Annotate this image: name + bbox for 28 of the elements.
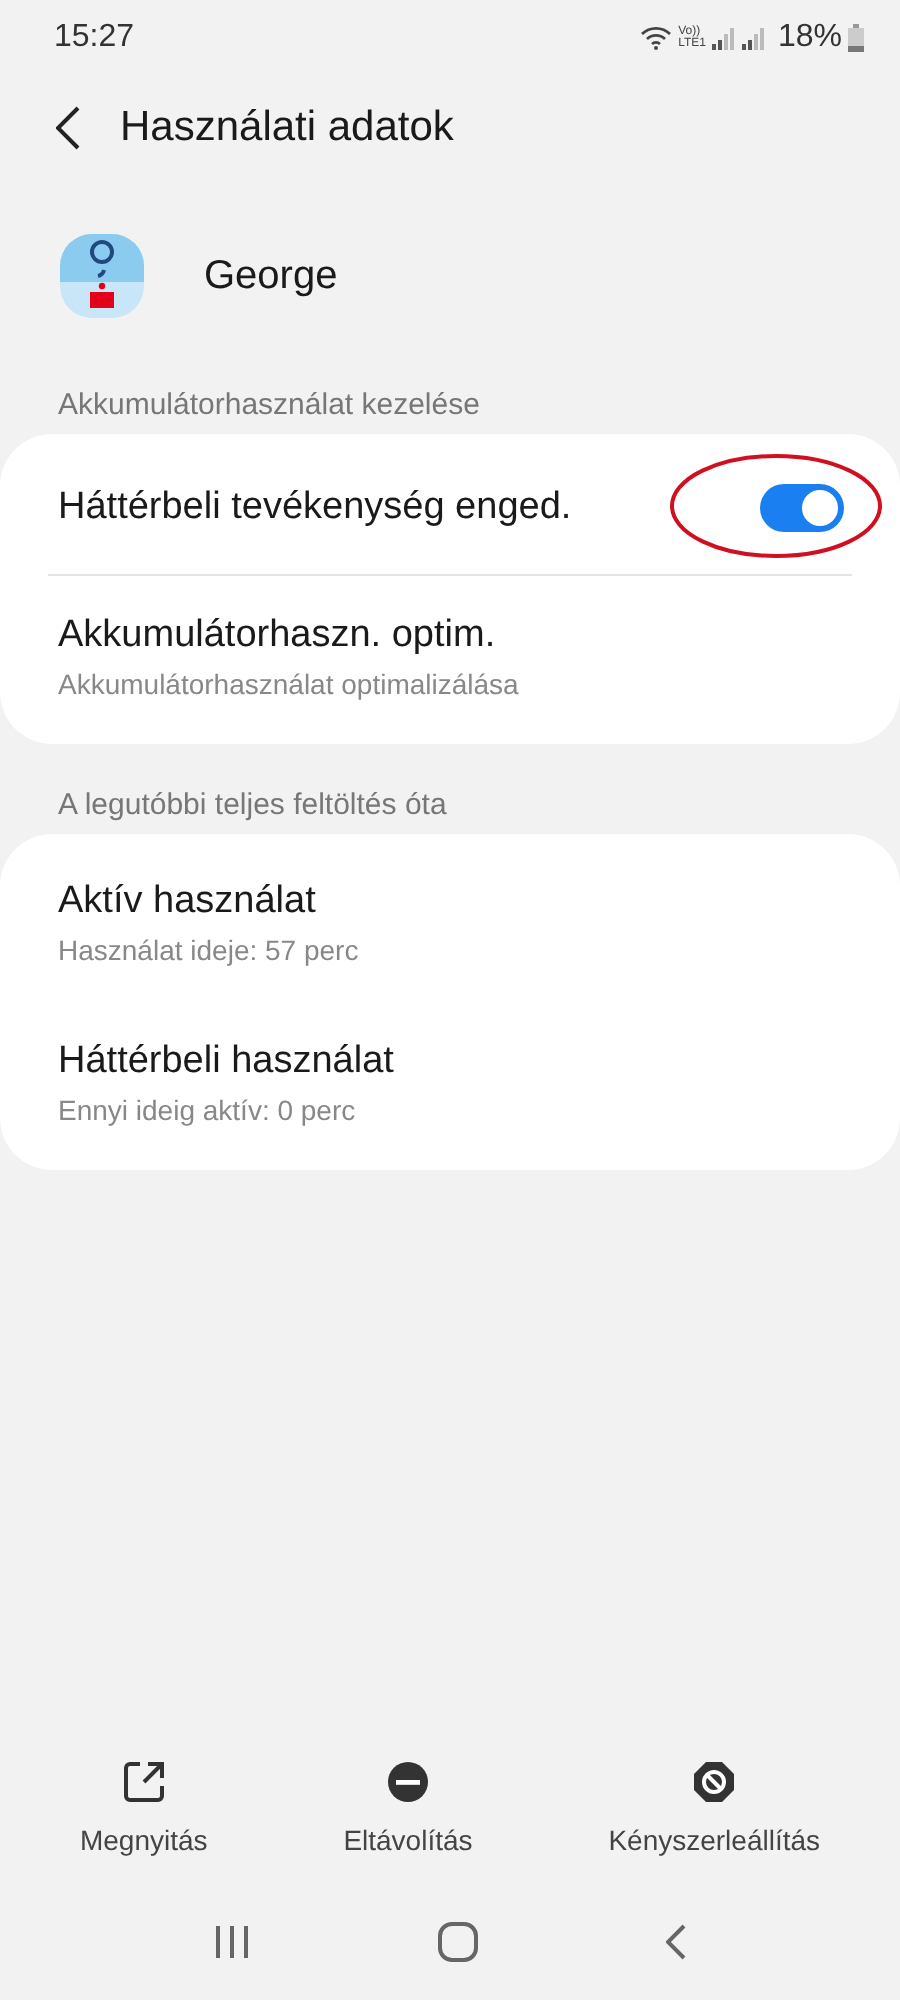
minus-circle-icon — [385, 1760, 430, 1804]
setting-title[interactable]: Háttérbeli használat — [58, 1039, 394, 1083]
open-external-icon — [121, 1760, 166, 1804]
back-icon[interactable] — [56, 106, 80, 150]
recents-icon[interactable] — [214, 1926, 250, 1958]
setting-title[interactable]: Akkumulátorhaszn. optim. — [58, 613, 496, 657]
setting-subtitle: Akkumulátorhasználat optimalizálása — [58, 667, 519, 699]
home-icon[interactable] — [438, 1922, 478, 1962]
signal-icon — [741, 27, 766, 49]
setting-title: Háttérbeli tevékenység enged. — [58, 486, 572, 530]
battery-icon — [848, 24, 864, 52]
setting-title[interactable]: Aktív használat — [58, 879, 316, 923]
action-button[interactable]: Kényszerleállítás — [608, 1760, 821, 1856]
app-icon — [60, 234, 144, 318]
wifi-icon — [640, 26, 673, 50]
action-button[interactable]: Megnyitás — [79, 1760, 208, 1856]
setting-subtitle: Használat ideje: 57 perc — [58, 933, 359, 965]
block-icon — [692, 1760, 737, 1804]
setting-subtitle: Ennyi ideig aktív: 0 perc — [58, 1093, 356, 1125]
clock: 15:27 — [54, 20, 135, 56]
section-label: A legutóbbi teljes feltöltés óta — [56, 786, 449, 826]
signal-icon — [711, 27, 736, 49]
battery-percent: 18% — [777, 20, 842, 56]
action-button[interactable]: Eltávolítás — [343, 1760, 473, 1856]
toggle-switch[interactable] — [760, 484, 844, 532]
page-title: Használati adatok — [120, 104, 454, 152]
app-name: George — [204, 253, 338, 299]
section-label: Akkumulátorhasználat kezelése — [56, 386, 482, 426]
